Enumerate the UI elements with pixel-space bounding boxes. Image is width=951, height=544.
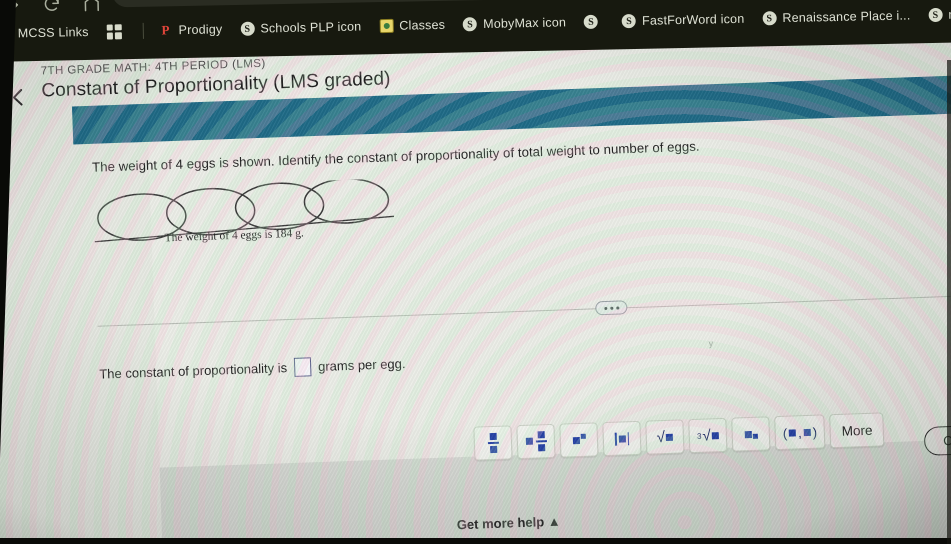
bookmark-unlabeled-1[interactable]: S xyxy=(575,12,613,31)
browser-viewport: 7TH GRADE MATH: 4TH PERIOD (LMS) Constan… xyxy=(0,16,951,544)
monitor-bezel-right xyxy=(947,60,951,544)
bookmark-label: FastForWord icon xyxy=(641,11,745,28)
exponent-key[interactable] xyxy=(559,422,599,458)
bookmark-schools-plp[interactable]: S Schools PLP icon xyxy=(231,17,370,38)
bookmark-apps-grid[interactable] xyxy=(97,21,136,41)
savvas-s-icon: S xyxy=(583,14,599,30)
reload-icon[interactable] xyxy=(40,0,62,15)
subscript-key[interactable] xyxy=(731,416,771,452)
bookmark-label: Prodigy xyxy=(178,22,223,38)
fraction-key[interactable] xyxy=(473,425,513,461)
bookmarks-divider xyxy=(142,22,144,39)
bookmark-label: Classes xyxy=(399,17,446,33)
square-root-key[interactable]: √ xyxy=(645,419,685,455)
photographed-monitor-screen: 7TH GRADE MATH: 4TH PERIOD (LMS) Constan… xyxy=(0,0,951,544)
bookmark-label: MCSS Links xyxy=(17,24,89,41)
bookmark-classes[interactable]: Classes xyxy=(370,16,454,36)
bookmark-mobymax[interactable]: S MobyMax icon xyxy=(454,13,575,33)
question-body: The weight of 4 eggs is shown. Identify … xyxy=(92,129,951,382)
savvas-s-icon: S xyxy=(762,11,777,26)
bookmark-fastforword[interactable]: S FastForWord icon xyxy=(613,10,754,31)
page-settings-icon[interactable] xyxy=(126,0,140,2)
answer-prefix-text: The constant of proportionality is xyxy=(99,360,288,382)
monitor-bezel-bottom xyxy=(0,538,951,544)
bookmark-label: MobyMax icon xyxy=(482,15,567,32)
prodigy-icon: P xyxy=(161,22,170,38)
savvas-s-icon: S xyxy=(621,13,637,29)
nth-root-key[interactable]: 3 √ xyxy=(688,417,728,454)
answer-input[interactable] xyxy=(293,357,312,377)
savvas-s-icon: S xyxy=(240,21,255,36)
savvas-s-icon: S xyxy=(462,17,478,32)
more-button[interactable]: More xyxy=(829,412,885,449)
apps-grid-icon xyxy=(106,23,122,40)
text-cursor-artifact: y xyxy=(708,338,714,349)
four-eggs-diagram: The weight of 4 eggs is 184 g. xyxy=(93,178,395,250)
savvas-realize-page: 7TH GRADE MATH: 4TH PERIOD (LMS) Constan… xyxy=(0,16,951,544)
section-divider xyxy=(97,295,951,327)
bookmark-label: Renaissance Place i... xyxy=(782,8,911,26)
savvas-s-icon: S xyxy=(928,7,943,23)
overflow-dots-button[interactable] xyxy=(595,300,628,316)
bookmark-myon[interactable]: S myON icon xyxy=(919,4,951,24)
address-bar[interactable]: savvasrealize.com/dashboard/classes... xyxy=(111,0,633,8)
classes-icon xyxy=(379,18,394,34)
bookmarks-bar: MCSS Links P Prodigy S Schools PLP icon xyxy=(0,0,951,47)
home-icon[interactable] xyxy=(80,0,102,14)
answer-suffix-text: grams per egg. xyxy=(317,355,406,375)
mixed-number-key[interactable] xyxy=(516,423,556,460)
bookmark-prodigy[interactable]: P Prodigy xyxy=(149,20,231,40)
bookmark-renaissance-place[interactable]: S Renaissance Place i... xyxy=(753,6,919,27)
interval-key[interactable]: (,) xyxy=(774,414,826,451)
absolute-value-key[interactable] xyxy=(602,420,642,457)
bookmark-label: Schools PLP icon xyxy=(260,19,362,36)
